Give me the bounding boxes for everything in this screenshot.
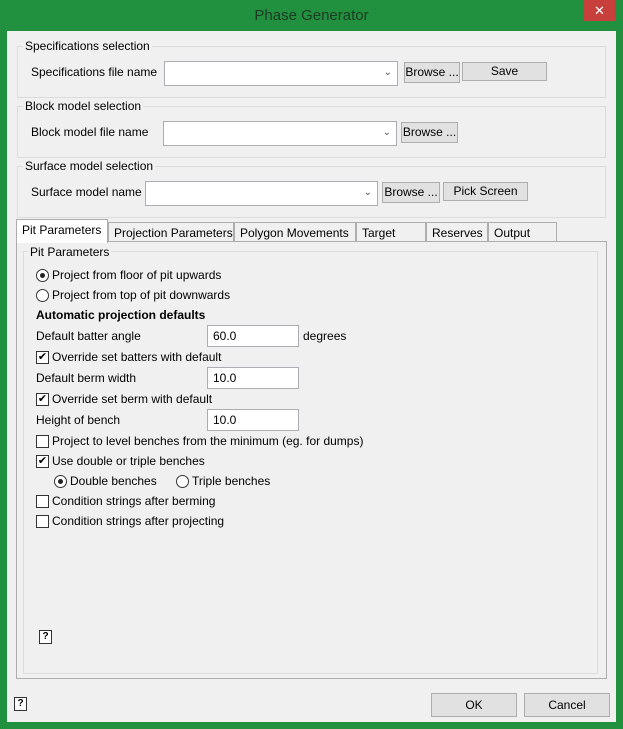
close-button[interactable]: ✕ xyxy=(584,0,615,21)
specifications-file-label: Specifications file name xyxy=(31,65,158,79)
override-berm-checkbox[interactable]: ✔ xyxy=(36,393,49,406)
radio-top-label: Project from top of pit downwards xyxy=(52,288,231,302)
specifications-file-combo[interactable]: ⌄ xyxy=(164,61,398,86)
block-model-file-label: Block model file name xyxy=(31,125,149,139)
spec-browse-button[interactable]: Browse ... xyxy=(404,62,460,83)
pick-screen-button[interactable]: Pick Screen xyxy=(443,182,528,201)
bench-height-input[interactable]: 10.0 xyxy=(207,409,299,431)
specifications-group-label: Specifications selection xyxy=(23,39,152,53)
chevron-down-icon: ⌄ xyxy=(363,187,372,198)
ok-button[interactable]: OK xyxy=(431,693,517,717)
cancel-button[interactable]: Cancel xyxy=(524,693,610,717)
projection-defaults-heading: Automatic projection defaults xyxy=(36,308,206,322)
triple-benches-label: Triple benches xyxy=(192,474,271,488)
condition-projecting-label: Condition strings after projecting xyxy=(52,514,225,528)
condition-berming-checkbox[interactable] xyxy=(36,495,49,508)
berm-width-input[interactable]: 10.0 xyxy=(207,367,299,389)
batter-angle-label: Default batter angle xyxy=(36,329,141,343)
block-model-group-label: Block model selection xyxy=(23,99,144,113)
override-batters-checkbox[interactable]: ✔ xyxy=(36,351,49,364)
surface-model-group-label: Surface model selection xyxy=(23,159,156,173)
dialog-body: Specifications selection Specifications … xyxy=(7,31,616,722)
override-batters-label: Override set batters with default xyxy=(52,350,222,364)
radio-double-benches[interactable] xyxy=(54,475,67,488)
chevron-down-icon: ⌄ xyxy=(383,67,392,78)
batter-angle-input[interactable]: 60.0 xyxy=(207,325,299,347)
radio-triple-benches[interactable] xyxy=(176,475,189,488)
save-button[interactable]: Save xyxy=(462,62,547,81)
radio-floor-upwards[interactable] xyxy=(36,269,49,282)
double-triple-checkbox[interactable]: ✔ xyxy=(36,455,49,468)
berm-width-label: Default berm width xyxy=(36,371,137,385)
tab-reserves[interactable]: Reserves xyxy=(426,222,488,243)
tab-output[interactable]: Output xyxy=(488,222,557,243)
level-benches-label: Project to level benches from the minimu… xyxy=(52,434,364,448)
window-title: Phase Generator xyxy=(254,7,369,24)
level-benches-checkbox[interactable] xyxy=(36,435,49,448)
double-benches-label: Double benches xyxy=(70,474,157,488)
surface-model-name-label: Surface model name xyxy=(31,185,142,199)
tab-projection-parameters[interactable]: Projection Parameters xyxy=(108,222,234,243)
tab-target[interactable]: Target xyxy=(356,222,426,243)
pit-parameters-group-label: Pit Parameters xyxy=(28,245,112,259)
radio-top-downwards[interactable] xyxy=(36,289,49,302)
tab-pit-parameters[interactable]: Pit Parameters xyxy=(16,219,108,243)
condition-projecting-checkbox[interactable] xyxy=(36,515,49,528)
tab-polygon-movements[interactable]: Polygon Movements xyxy=(234,222,356,243)
radio-floor-label: Project from floor of pit upwards xyxy=(52,268,222,282)
surface-model-combo[interactable]: ⌄ xyxy=(145,181,378,206)
batter-unit-label: degrees xyxy=(303,329,347,343)
condition-berming-label: Condition strings after berming xyxy=(52,494,216,508)
chevron-down-icon: ⌄ xyxy=(382,127,391,138)
override-berm-label: Override set berm with default xyxy=(52,392,213,406)
surface-browse-button[interactable]: Browse ... xyxy=(382,182,440,203)
double-triple-label: Use double or triple benches xyxy=(52,454,205,468)
bench-height-label: Height of bench xyxy=(36,413,121,427)
help-icon[interactable]: ? xyxy=(39,630,52,644)
dialog-help-icon[interactable]: ? xyxy=(14,697,27,711)
block-model-file-combo[interactable]: ⌄ xyxy=(163,121,397,146)
block-browse-button[interactable]: Browse ... xyxy=(401,122,458,143)
